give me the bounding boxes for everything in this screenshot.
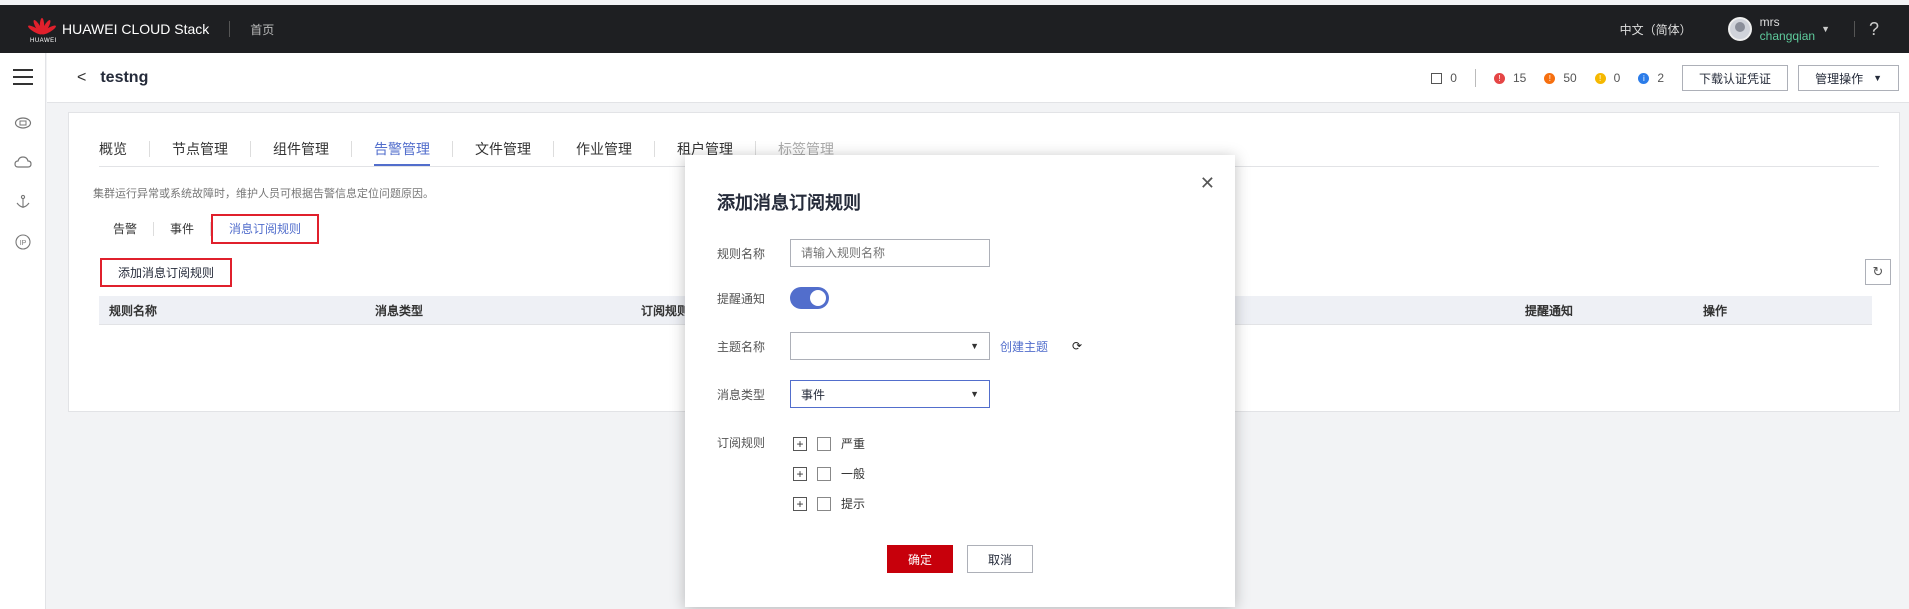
hamburger-menu-icon[interactable] [13, 69, 33, 90]
manage-actions-label: 管理操作 [1815, 71, 1864, 86]
subscription-rules-row: 订阅规则 [717, 434, 790, 451]
stat-info[interactable]: i 2 [1638, 71, 1664, 85]
divider [229, 21, 231, 37]
stat-critical-count: 15 [1512, 71, 1527, 85]
cloud-icon[interactable] [13, 152, 33, 172]
caret-down-icon[interactable]: ▼ [1821, 24, 1830, 34]
message-type-row: 消息类型 事件 ▼ [717, 380, 990, 408]
tree-item-critical: + 严重 [793, 435, 865, 452]
logo-subtext: HUAWEI [30, 38, 57, 44]
refresh-icon[interactable]: ↻ [1865, 259, 1891, 285]
critical-alarm-icon: ! [1493, 72, 1505, 84]
page-title: testng [100, 68, 149, 86]
add-subscription-rule-dialog: ✕ 添加消息订阅规则 规则名称 提醒通知 主题名称 ▼ 创建主题 ⟳ 消息类型 … [685, 155, 1235, 607]
subscription-rules-label: 订阅规则 [717, 436, 766, 450]
subtab-subscription-rules[interactable]: 消息订阅规则 [211, 214, 320, 244]
home-link[interactable]: 首页 [250, 21, 274, 38]
cancel-button[interactable]: 取消 [967, 545, 1033, 573]
column-actions: 操作 [1703, 303, 1728, 318]
page-description: 集群运行异常或系统故障时，维护人员可根据告警信息定位问题原因。 [93, 188, 434, 200]
stat-critical[interactable]: ! 15 [1493, 71, 1527, 85]
tab-nodes[interactable]: 节点管理 [150, 141, 251, 157]
topic-select[interactable]: ▼ [790, 332, 990, 360]
tree-item-major: + 一般 [793, 465, 865, 482]
add-subscription-rule-button[interactable]: 添加消息订阅规则 [100, 258, 233, 287]
top-navbar: HUAWEI CLOUD Stack HUAWEI 首页 中文（简体） mrs … [0, 5, 1909, 53]
left-sidebar: IP [0, 53, 46, 609]
stat-major[interactable]: ! 50 [1544, 71, 1577, 85]
divider [1853, 21, 1855, 37]
level-minor-label: 提示 [841, 497, 866, 511]
user-menu[interactable]: mrs changqian [1760, 15, 1815, 43]
brand-name: HUAWEI CLOUD Stack [62, 21, 210, 37]
tree-item-minor: + 提示 [793, 495, 865, 512]
topic-label: 主题名称 [717, 339, 766, 354]
loading-cursor-icon: ⟳ [1072, 339, 1083, 353]
expand-plus-icon[interactable]: + [793, 496, 807, 511]
stat-unknown[interactable]: 0 [1431, 71, 1457, 85]
info-alarm-icon: i [1638, 72, 1650, 84]
column-rule-name[interactable]: 规则名称 [109, 302, 157, 319]
minor-alarm-icon: ! [1594, 72, 1606, 84]
user-account: mrs [1759, 15, 1780, 29]
level-critical-label: 严重 [841, 437, 866, 451]
user-name: changqian [1759, 29, 1816, 43]
checkbox-minor[interactable] [817, 496, 831, 511]
caret-down-icon: ▼ [970, 341, 979, 351]
caret-down-icon: ▼ [970, 389, 979, 399]
caret-down-icon: ▼ [1873, 73, 1882, 83]
back-icon[interactable]: < [77, 69, 86, 87]
dialog-title: 添加消息订阅规则 [717, 193, 861, 213]
rule-name-row: 规则名称 [717, 239, 990, 267]
avatar[interactable] [1727, 17, 1752, 41]
notify-label: 提醒通知 [717, 291, 766, 306]
message-type-label: 消息类型 [717, 387, 766, 402]
checkbox-major[interactable] [817, 466, 831, 481]
stat-minor[interactable]: ! 0 [1594, 71, 1621, 85]
notify-toggle[interactable] [790, 287, 829, 309]
stat-minor-count: 0 [1613, 71, 1621, 85]
tab-files[interactable]: 文件管理 [453, 141, 554, 157]
help-icon[interactable]: ? [1869, 19, 1879, 40]
subtab-events[interactable]: 事件 [154, 222, 212, 236]
message-type-select[interactable]: 事件 ▼ [790, 380, 990, 408]
expand-plus-icon[interactable]: + [793, 436, 807, 451]
subtab-alarms[interactable]: 告警 [113, 222, 155, 236]
level-major-label: 一般 [841, 467, 866, 481]
checkbox-critical[interactable] [817, 436, 831, 451]
ip-icon[interactable]: IP [13, 232, 33, 252]
stat-major-count: 50 [1563, 71, 1577, 85]
download-credential-button[interactable]: 下载认证凭证 [1682, 65, 1789, 91]
divider [1474, 69, 1476, 87]
column-subscription-rule[interactable]: 订阅规则 [641, 302, 689, 319]
tab-components[interactable]: 组件管理 [251, 141, 352, 157]
message-type-value: 事件 [801, 387, 826, 402]
expand-plus-icon[interactable]: + [793, 466, 807, 481]
svg-text:IP: IP [20, 240, 27, 247]
rule-name-input[interactable] [790, 239, 990, 267]
topic-row: 主题名称 ▼ 创建主题 ⟳ [717, 332, 1082, 360]
language-switch[interactable]: 中文（简体） [1620, 21, 1692, 38]
stat-info-count: 2 [1657, 71, 1665, 85]
host-icon [1431, 72, 1443, 84]
cloud-service-icon[interactable] [13, 112, 33, 132]
column-notify[interactable]: 提醒通知 [1525, 302, 1573, 319]
tab-overview[interactable]: 概览 [99, 141, 150, 157]
column-message-type[interactable]: 消息类型 [375, 302, 423, 319]
anchor-icon[interactable] [13, 192, 33, 212]
cluster-header: < testng 0 ! 15 ! 50 ! 0 i 2 下载认证凭证 管理操作… [47, 53, 1909, 103]
tab-jobs[interactable]: 作业管理 [554, 141, 655, 157]
sub-tabs: 告警 事件 消息订阅规则 [113, 214, 320, 244]
create-topic-link[interactable]: 创建主题 [1000, 338, 1048, 355]
close-icon[interactable]: ✕ [1200, 173, 1215, 194]
rule-name-label: 规则名称 [717, 246, 766, 261]
tab-alarms[interactable]: 告警管理 [352, 141, 453, 166]
confirm-button[interactable]: 确定 [887, 545, 953, 573]
stat-unknown-count: 0 [1450, 71, 1457, 85]
major-alarm-icon: ! [1544, 72, 1556, 84]
notify-row: 提醒通知 [717, 287, 829, 309]
manage-actions-button[interactable]: 管理操作 ▼ [1798, 65, 1899, 91]
